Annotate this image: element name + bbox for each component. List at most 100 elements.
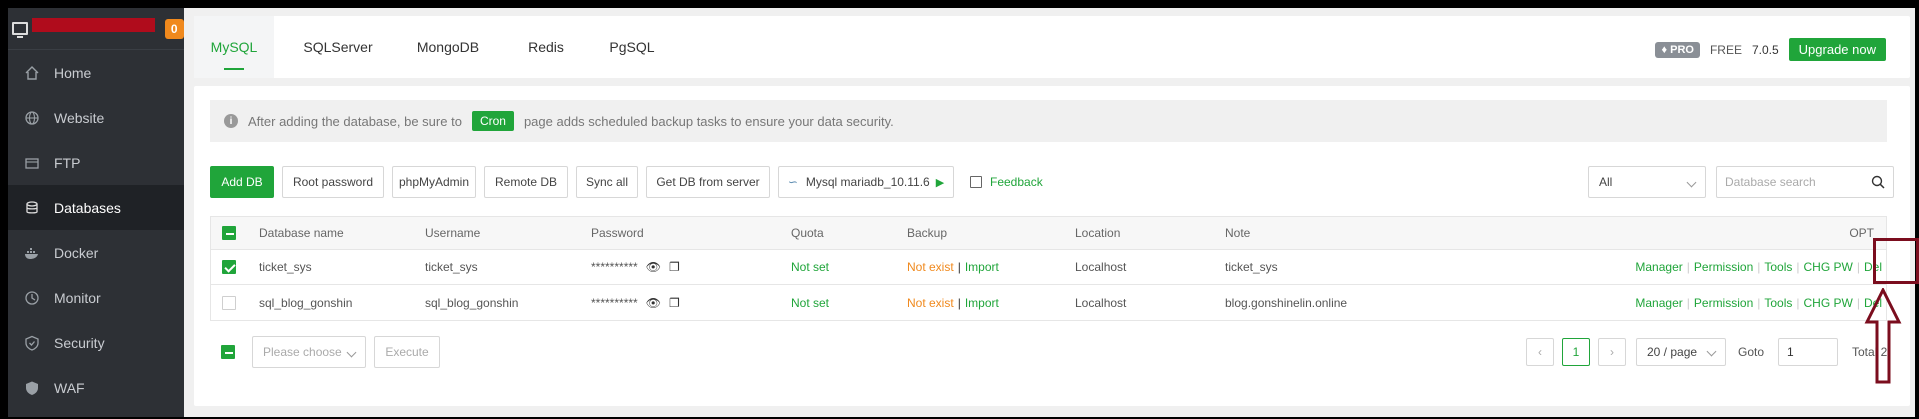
globe-icon	[22, 110, 42, 126]
header-backup: Backup	[907, 226, 948, 240]
checkbox-checked[interactable]	[222, 260, 236, 274]
checkbox-indeterminate[interactable]	[222, 226, 236, 240]
page-number-button[interactable]: 1	[1562, 338, 1590, 366]
separator: |	[1796, 260, 1800, 274]
pro-badge[interactable]: ♦ PRO	[1655, 41, 1700, 58]
tools-link[interactable]: Tools	[1764, 296, 1792, 310]
prev-page-button[interactable]: ‹	[1526, 338, 1554, 366]
ftp-icon	[22, 155, 42, 171]
sidebar-item-databases[interactable]: Databases	[8, 185, 184, 230]
search-icon[interactable]	[1871, 175, 1885, 192]
row-operations: Manager | Permission | Tools | CHG PW | Del	[1635, 250, 1882, 284]
remote-db-button[interactable]: Remote DB	[484, 166, 568, 198]
tab-mongodb[interactable]: MongoDB	[408, 16, 488, 78]
page-size-select[interactable]: 20 / page	[1636, 338, 1726, 366]
permission-link[interactable]: Permission	[1694, 296, 1753, 310]
sidebar-item-website[interactable]: Website	[8, 95, 184, 140]
db-note[interactable]: blog.gonshinelin.online	[1225, 285, 1347, 320]
sidebar-item-docker[interactable]: Docker	[8, 230, 184, 275]
tab-sqlserver[interactable]: SQLServer	[298, 16, 378, 78]
sidebar-item-monitor[interactable]: Monitor	[8, 275, 184, 320]
phpmyadmin-button[interactable]: phpMyAdmin	[392, 166, 476, 198]
category-filter-value: All	[1599, 175, 1613, 189]
mysql-version-button[interactable]: ∽ Mysql mariadb_10.11.6 ▶	[778, 166, 954, 198]
sidebar-item-label: Monitor	[54, 289, 101, 306]
import-link[interactable]: Import	[965, 260, 999, 274]
footer-select-all-checkbox[interactable]	[221, 336, 235, 368]
change-password-link[interactable]: CHG PW	[1804, 260, 1853, 274]
import-link[interactable]: Import	[965, 296, 999, 310]
backup-status[interactable]: Not exist	[907, 296, 954, 310]
row-operations: Manager | Permission | Tools | CHG PW | Del	[1635, 285, 1882, 320]
main-content: MySQL SQLServer MongoDB Redis PgSQL ♦ PR…	[194, 8, 1915, 417]
manager-link[interactable]: Manager	[1635, 260, 1682, 274]
sidebar-item-ftp[interactable]: FTP	[8, 140, 184, 185]
free-label: FREE	[1709, 42, 1742, 57]
notice-text-before: After adding the database, be sure to	[248, 113, 462, 129]
header-database-name[interactable]: Database name	[259, 217, 344, 249]
eye-icon[interactable]: 👁	[646, 260, 661, 274]
tab-mysql[interactable]: MySQL	[194, 16, 274, 78]
notification-badge[interactable]: 0	[164, 18, 185, 39]
upgrade-button[interactable]: Upgrade now	[1788, 38, 1886, 61]
next-page-button[interactable]: ›	[1598, 338, 1626, 366]
header-opt: OPT	[1849, 226, 1874, 240]
database-toolbar: Add DB Root password phpMyAdmin Remote D…	[194, 166, 1910, 198]
chevron-down-icon	[346, 347, 357, 358]
checkbox-indeterminate[interactable]	[221, 345, 235, 359]
sync-all-button[interactable]: Sync all	[576, 166, 638, 198]
tab-redis[interactable]: Redis	[516, 16, 576, 78]
page-size-value: 20 / page	[1647, 345, 1698, 359]
get-db-from-server-button[interactable]: Get DB from server	[646, 166, 770, 198]
permission-link[interactable]: Permission	[1694, 260, 1753, 274]
monitor-icon	[12, 22, 28, 38]
tab-pgsql[interactable]: PgSQL	[602, 16, 662, 78]
db-note[interactable]: ticket_sys	[1225, 250, 1278, 284]
header-location: Location	[1075, 226, 1121, 240]
info-icon: i	[224, 114, 238, 128]
sidebar-item-label: FTP	[54, 154, 81, 171]
db-username: sql_blog_gonshin	[425, 295, 519, 310]
feedback-link[interactable]: Feedback	[970, 166, 1043, 198]
copy-icon[interactable]: ❐	[669, 260, 680, 274]
checkbox-unchecked[interactable]	[222, 295, 236, 310]
separator: |	[1757, 295, 1761, 310]
database-icon	[22, 200, 42, 216]
sidebar-item-home[interactable]: Home	[8, 50, 184, 95]
search-placeholder: Database search	[1725, 175, 1816, 189]
select-all-checkbox[interactable]	[222, 217, 236, 249]
root-password-button[interactable]: Root password	[282, 166, 384, 198]
backup-status[interactable]: Not exist	[907, 260, 954, 274]
manager-link[interactable]: Manager	[1635, 296, 1682, 310]
row-checkbox[interactable]	[222, 250, 236, 284]
copy-icon[interactable]: ❐	[669, 296, 680, 310]
category-filter-select[interactable]: All	[1588, 166, 1706, 198]
execute-button[interactable]: Execute	[374, 336, 440, 368]
chevron-down-icon	[1706, 346, 1717, 357]
sidebar-item-waf[interactable]: WAF	[8, 365, 184, 410]
db-name: ticket_sys	[259, 260, 312, 274]
db-backup: Not exist | Import	[907, 250, 999, 284]
separator: |	[1856, 260, 1860, 274]
version-number[interactable]: 7.0.5	[1752, 43, 1779, 57]
goto-page-input[interactable]: 1	[1778, 338, 1838, 366]
sidebar-item-security[interactable]: Security	[8, 320, 184, 365]
tools-link[interactable]: Tools	[1764, 260, 1792, 274]
database-table: Database name Username Password Quota Ba…	[210, 216, 1887, 321]
row-checkbox[interactable]	[222, 285, 236, 320]
database-search-input[interactable]: Database search	[1716, 166, 1894, 198]
change-password-link[interactable]: CHG PW	[1804, 296, 1853, 310]
monitor-icon	[22, 290, 42, 306]
separator: |	[957, 260, 961, 274]
separator: |	[957, 295, 961, 310]
cron-link[interactable]: Cron	[471, 111, 514, 131]
batch-action-select[interactable]: Please choose	[252, 336, 366, 368]
db-quota[interactable]: Not set	[791, 285, 829, 320]
eye-icon[interactable]: 👁	[646, 296, 661, 310]
table-footer: Please choose Execute ‹ 1 › 20 / page Go…	[210, 336, 1887, 368]
notice-text-after: page adds scheduled backup tasks to ensu…	[523, 113, 894, 129]
shield-icon	[22, 335, 42, 351]
app-window: 0 Home Website FTP Databases Docker Moni…	[8, 8, 1915, 417]
add-db-button[interactable]: Add DB	[210, 166, 274, 198]
db-quota[interactable]: Not set	[791, 250, 829, 284]
